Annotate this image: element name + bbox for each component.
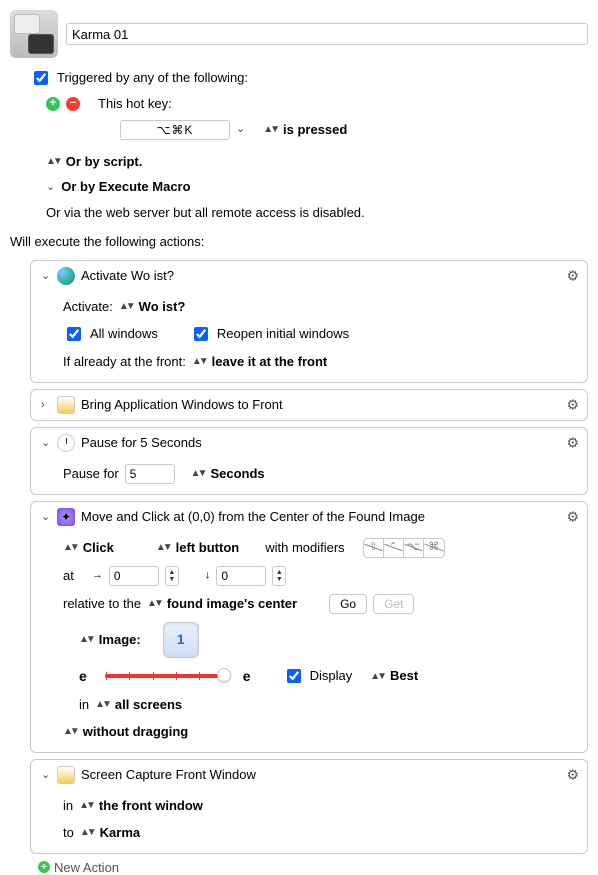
image-stepper-icon[interactable]: ▲▼ [79, 632, 93, 647]
fuzz-min-label: e [79, 666, 87, 687]
add-trigger-button[interactable]: + [46, 97, 60, 111]
reopen-checkbox[interactable] [194, 327, 208, 341]
capture-in-stepper-icon[interactable]: ▲▼ [79, 798, 93, 813]
clock-icon [57, 434, 75, 452]
at-label: at [63, 566, 74, 586]
disclose-toggle[interactable] [41, 510, 51, 523]
mods-label: with modifiers [265, 538, 344, 558]
to-value: Karma [100, 823, 140, 843]
y-stepper[interactable]: ▲▼ [272, 566, 286, 586]
gear-icon[interactable]: ⚙ [566, 396, 579, 413]
arrow-right-icon: → [92, 567, 103, 584]
fuzz-slider[interactable] [105, 674, 225, 678]
fuzz-max-label: e [243, 666, 251, 687]
in-value: all screens [115, 695, 182, 715]
modifier-toggles[interactable]: ⇧⌃⌥⌘ [363, 538, 445, 558]
front-label: If already at the front: [63, 352, 186, 372]
click-button: left button [176, 538, 240, 558]
image-well[interactable]: 1 [163, 622, 199, 658]
hotkey-state-stepper-icon[interactable]: ▲▼ [263, 122, 277, 137]
front-value: leave it at the front [212, 352, 328, 372]
disclose-toggle[interactable] [41, 768, 51, 781]
drag-value: without dragging [83, 722, 188, 742]
activate-label: Activate: [63, 297, 113, 317]
all-windows-label: All windows [90, 324, 158, 344]
click-button-stepper-icon[interactable]: ▲▼ [156, 540, 170, 555]
action-title: Bring Application Windows to Front [81, 397, 283, 412]
get-button[interactable]: Get [373, 594, 414, 614]
remove-trigger-button[interactable]: − [66, 97, 80, 111]
hotkey-menu-chevron-icon[interactable] [236, 121, 245, 138]
pause-label: Pause for [63, 464, 119, 484]
action-title: Activate Wo ist? [81, 268, 174, 283]
macro-icon [10, 10, 58, 58]
click-icon: ✦ [57, 508, 75, 526]
disclose-toggle[interactable] [41, 269, 51, 282]
front-stepper-icon[interactable]: ▲▼ [192, 354, 206, 369]
x-input[interactable] [109, 566, 159, 586]
pause-unit: Seconds [210, 464, 264, 484]
drag-stepper-icon[interactable]: ▲▼ [63, 724, 77, 739]
rel-stepper-icon[interactable]: ▲▼ [147, 596, 161, 611]
hotkey-recorder[interactable]: ⌥⌘K [120, 120, 230, 140]
triggers-heading: Triggered by any of the following: [57, 68, 248, 88]
display-label: Display [310, 666, 353, 686]
pause-value-input[interactable] [125, 464, 175, 484]
in-label: in [79, 695, 89, 715]
triggers-enabled-checkbox[interactable] [34, 71, 48, 85]
capture-to-stepper-icon[interactable]: ▲▼ [80, 825, 94, 840]
reopen-label: Reopen initial windows [217, 324, 349, 344]
exec-heading: Will execute the following actions: [10, 232, 204, 252]
gear-icon[interactable]: ⚙ [566, 508, 579, 525]
action-capture: Screen Capture Front Window ⚙ in ▲▼ the … [30, 759, 588, 854]
script-stepper-icon[interactable]: ▲▼ [46, 154, 60, 169]
x-stepper[interactable]: ▲▼ [165, 566, 179, 586]
disclose-toggle[interactable] [41, 436, 51, 449]
app-select-stepper-icon[interactable]: ▲▼ [119, 299, 133, 314]
best-label: Best [390, 666, 418, 686]
or-script-label: Or by script. [66, 152, 143, 172]
click-action-stepper-icon[interactable]: ▲▼ [63, 540, 77, 555]
capture-icon [57, 766, 75, 784]
gear-icon[interactable]: ⚙ [566, 766, 579, 783]
new-action-button[interactable]: + New Action [10, 860, 588, 875]
exec-macro-chevron-icon[interactable] [46, 179, 55, 196]
or-webserver-label: Or via the web server but all remote acc… [46, 203, 365, 223]
macro-name-input[interactable] [66, 23, 588, 45]
plus-icon: + [38, 861, 50, 873]
action-click: ✦ Move and Click at (0,0) from the Cente… [30, 501, 588, 753]
action-activate: Activate Wo ist? ⚙ Activate: ▲▼ Wo ist? … [30, 260, 588, 383]
go-button[interactable]: Go [329, 594, 367, 614]
rel-value: found image's center [167, 594, 297, 614]
screens-stepper-icon[interactable]: ▲▼ [95, 697, 109, 712]
windows-icon [57, 396, 75, 414]
all-windows-checkbox[interactable] [67, 327, 81, 341]
action-pause: Pause for 5 Seconds ⚙ Pause for ▲▼ Secon… [30, 427, 588, 495]
in-label: in [63, 796, 73, 816]
click-action: Click [83, 538, 114, 558]
best-stepper-icon[interactable]: ▲▼ [370, 669, 384, 684]
action-bring-front: Bring Application Windows to Front ⚙ [30, 389, 588, 421]
hotkey-label: This hot key: [98, 94, 172, 114]
hotkey-state: is pressed [283, 120, 347, 140]
app-name: Wo ist? [139, 297, 186, 317]
rel-label: relative to the [63, 594, 141, 614]
finder-icon [57, 267, 75, 285]
gear-icon[interactable]: ⚙ [566, 434, 579, 451]
image-label: Image: [99, 630, 141, 650]
action-title: Move and Click at (0,0) from the Center … [81, 509, 425, 524]
display-checkbox[interactable] [287, 669, 301, 683]
arrow-down-icon: ↓ [205, 567, 211, 584]
action-title: Pause for 5 Seconds [81, 435, 202, 450]
action-title: Screen Capture Front Window [81, 767, 256, 782]
y-input[interactable] [216, 566, 266, 586]
disclose-toggle[interactable] [41, 399, 51, 411]
or-exec-macro-label: Or by Execute Macro [61, 177, 190, 197]
to-label: to [63, 823, 74, 843]
new-action-label: New Action [54, 860, 119, 875]
gear-icon[interactable]: ⚙ [566, 267, 579, 284]
in-value: the front window [99, 796, 203, 816]
unit-stepper-icon[interactable]: ▲▼ [191, 466, 205, 481]
